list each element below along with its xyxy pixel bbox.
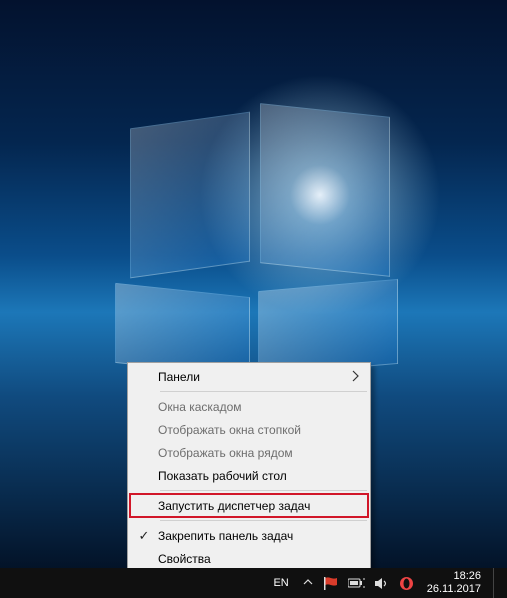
menu-item-label: Свойства xyxy=(158,552,344,566)
menu-separator xyxy=(160,490,367,491)
menu-item-panels[interactable]: Панели xyxy=(130,365,368,388)
menu-item-label: Панели xyxy=(158,370,344,384)
tray-overflow-icon[interactable] xyxy=(301,577,315,590)
power-icon[interactable] xyxy=(348,575,365,592)
menu-item-label: Запустить диспетчер задач xyxy=(158,499,344,513)
show-desktop-button[interactable] xyxy=(493,568,499,598)
submenu-arrow-icon xyxy=(352,369,360,386)
clock-time: 18:26 xyxy=(427,570,481,583)
opera-icon[interactable] xyxy=(398,575,415,592)
menu-item-label: Отображать окна рядом xyxy=(158,446,344,460)
flag-icon[interactable] xyxy=(323,575,340,592)
menu-item-label: Окна каскадом xyxy=(158,400,344,414)
clock-date: 26.11.2017 xyxy=(427,583,481,596)
menu-item-label: Показать рабочий стол xyxy=(158,469,344,483)
menu-item-task-manager[interactable]: Запустить диспетчер задач xyxy=(130,494,368,517)
menu-item-sidebyside[interactable]: Отображать окна рядом xyxy=(130,441,368,464)
language-indicator[interactable]: EN xyxy=(269,577,292,589)
menu-separator xyxy=(160,520,367,521)
menu-separator xyxy=(160,391,367,392)
taskbar-context-menu: Панели Окна каскадом Отображать окна сто… xyxy=(127,362,371,573)
menu-item-stack[interactable]: Отображать окна стопкой xyxy=(130,418,368,441)
system-tray: EN 18:26 26.11.2017 xyxy=(269,568,507,598)
taskbar-clock[interactable]: 18:26 26.11.2017 xyxy=(423,570,481,596)
checkmark-icon: ✓ xyxy=(139,528,150,544)
menu-item-label: Закрепить панель задач xyxy=(158,529,344,543)
menu-item-lock-taskbar[interactable]: ✓ Закрепить панель задач xyxy=(130,524,368,547)
menu-item-cascade[interactable]: Окна каскадом xyxy=(130,395,368,418)
taskbar[interactable]: EN 18:26 26.11.2017 xyxy=(0,568,507,598)
menu-item-properties[interactable]: Свойства xyxy=(130,547,368,570)
volume-icon[interactable] xyxy=(373,575,390,592)
menu-item-show-desktop[interactable]: Показать рабочий стол xyxy=(130,464,368,487)
menu-item-label: Отображать окна стопкой xyxy=(158,423,344,437)
